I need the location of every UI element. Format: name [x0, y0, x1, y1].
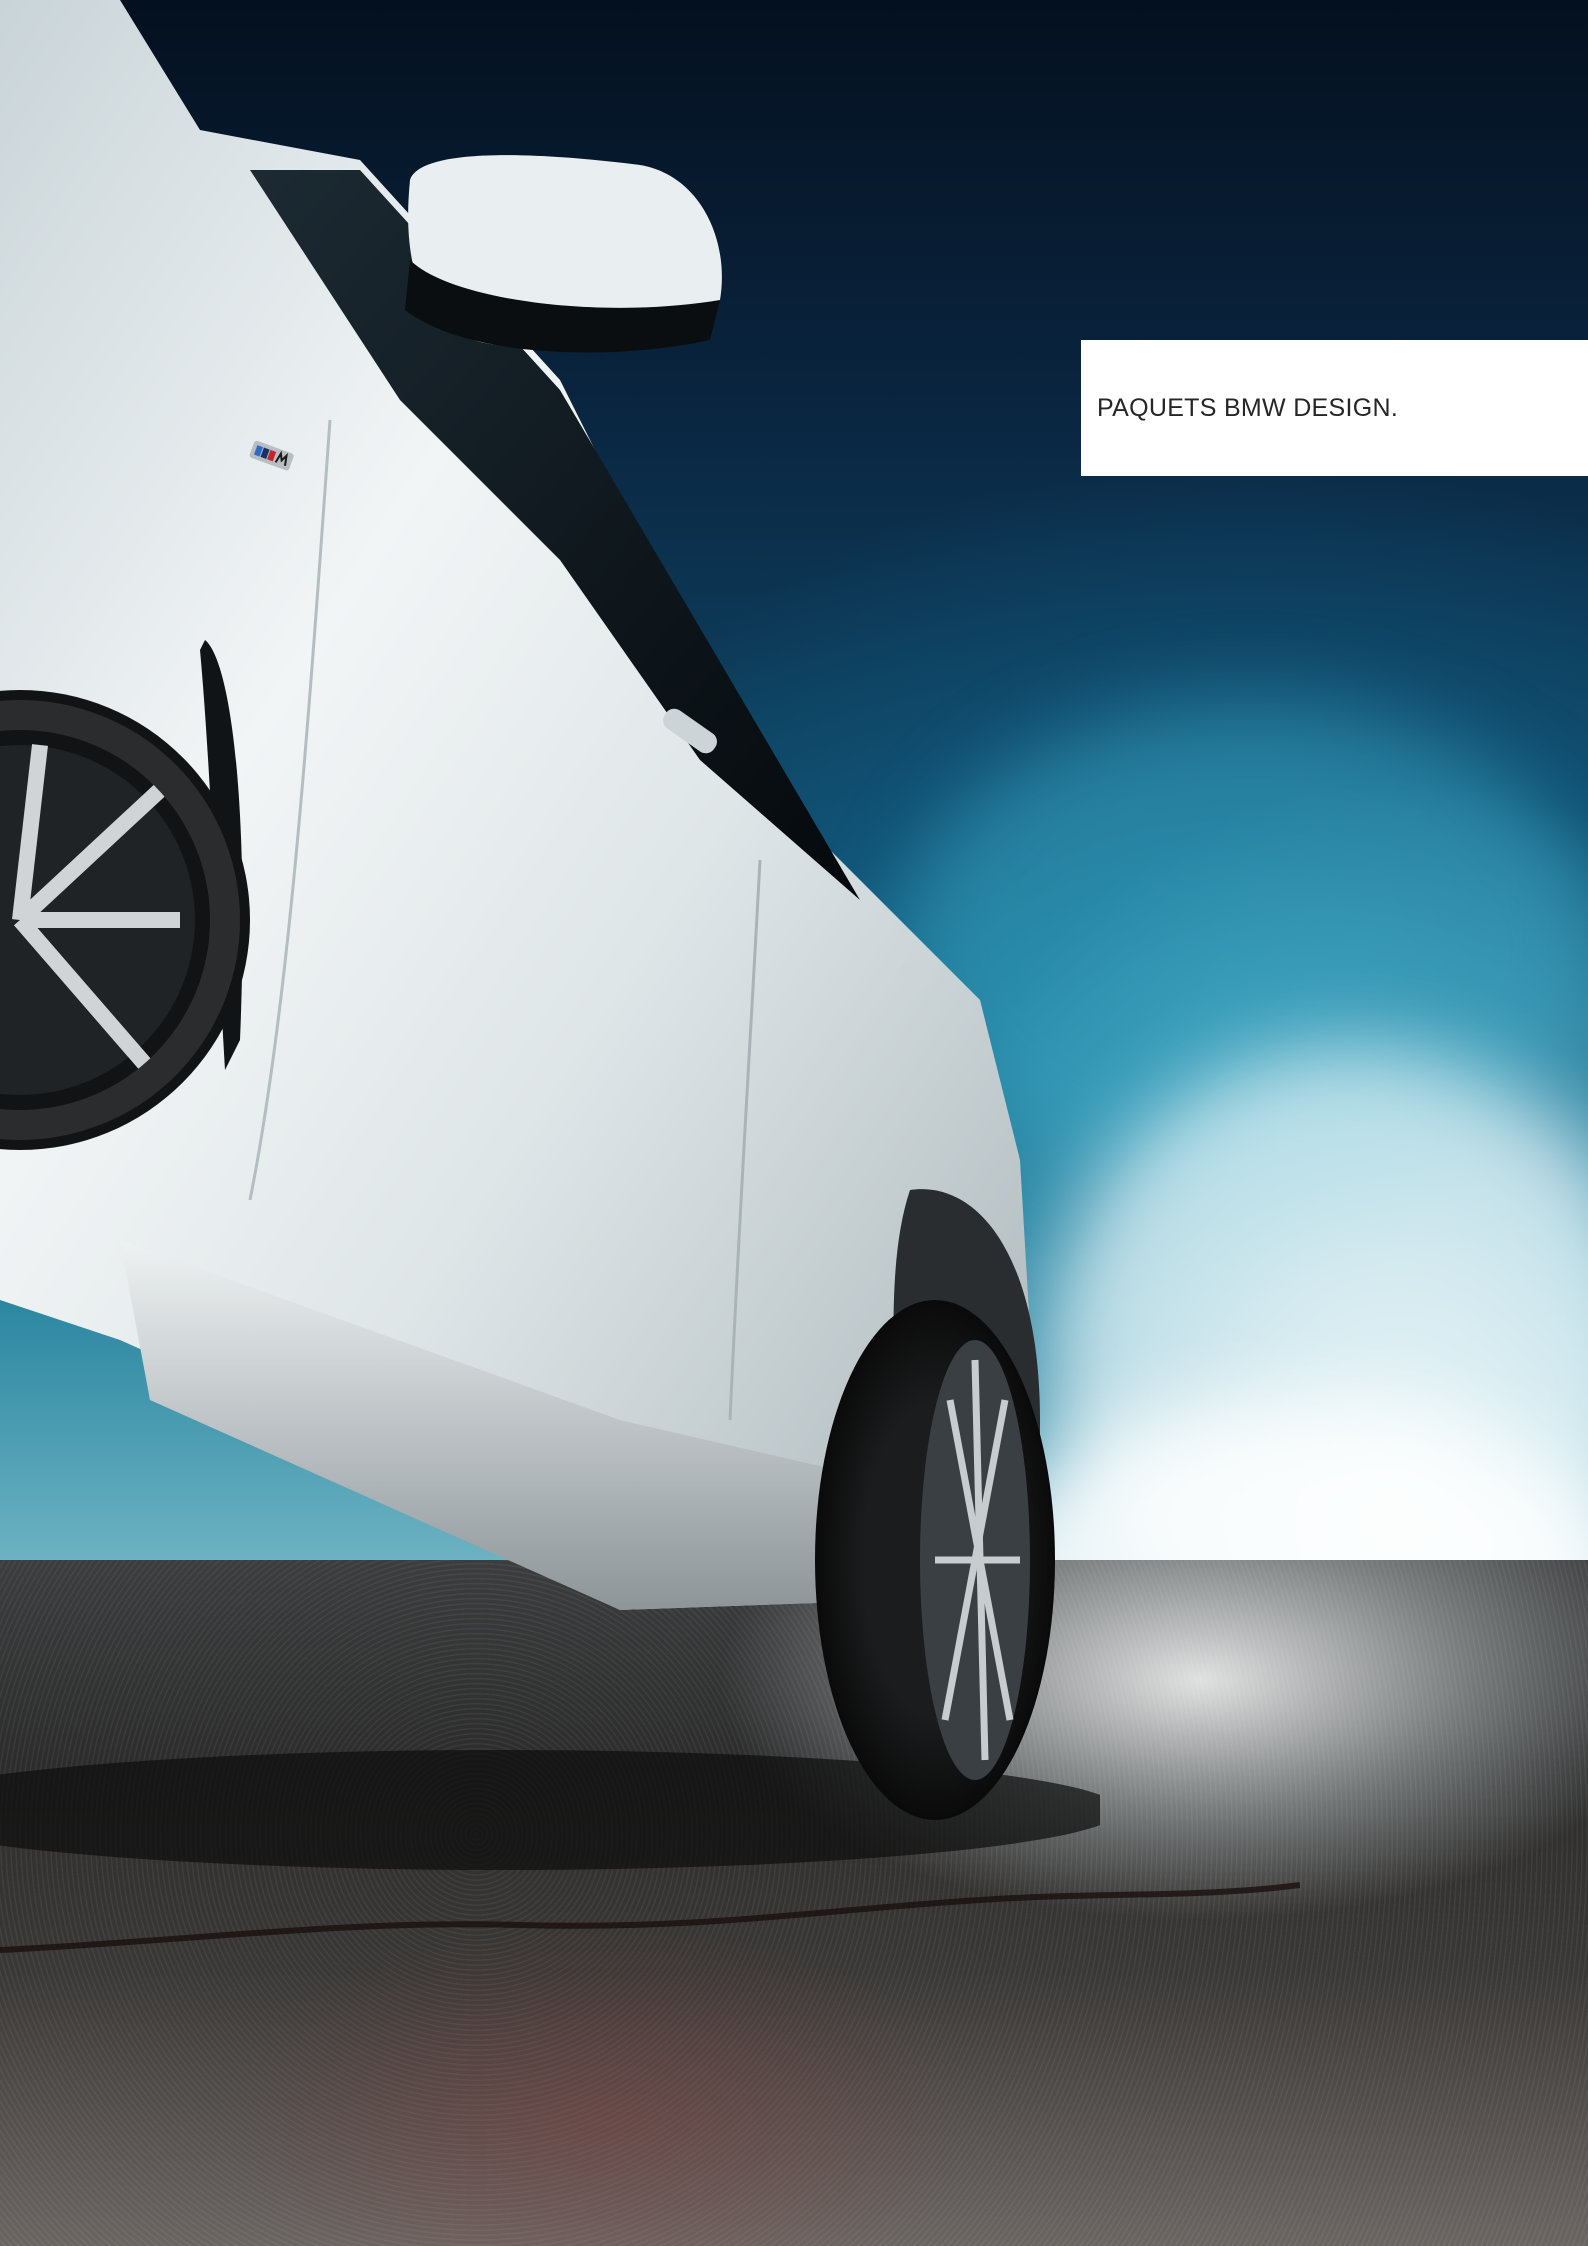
car-photo: [0, 0, 1100, 1870]
page-title: PAQUETS BMW DESIGN.: [1097, 393, 1399, 422]
brochure-page: PAQUETS BMW DESIGN.: [0, 0, 1588, 2246]
section-title-box: PAQUETS BMW DESIGN.: [1081, 340, 1588, 476]
